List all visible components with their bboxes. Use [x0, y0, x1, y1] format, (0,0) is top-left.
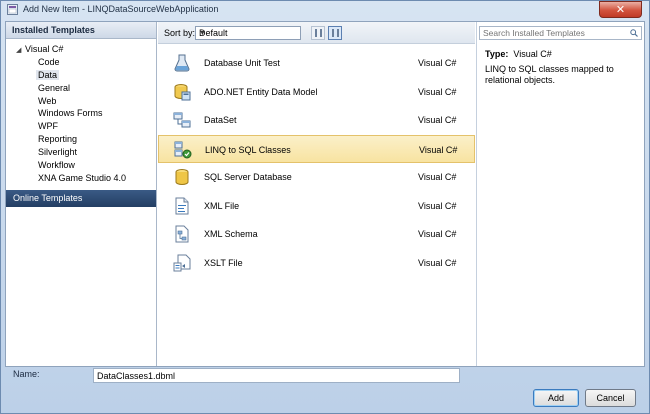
add-button-label: Add	[547, 393, 564, 403]
list-view-button[interactable]	[328, 26, 342, 40]
tree-node-silverlight[interactable]: Silverlight	[6, 146, 156, 159]
sort-toolbar: Sort by: Default ▼	[158, 22, 475, 44]
type-label: Type:	[485, 49, 509, 59]
name-label: Name:	[13, 369, 40, 379]
template-name: XML Schema	[204, 229, 258, 239]
flask-test-icon	[174, 54, 190, 72]
template-list-pane: Sort by: Default ▼ Database Unit Test Vi…	[158, 22, 475, 366]
close-icon: ✕	[615, 3, 626, 16]
tree-node-label: WPF	[38, 121, 58, 132]
template-name: LINQ to SQL Classes	[205, 144, 291, 155]
type-value: Visual C#	[513, 49, 552, 59]
tree-node-label: Data	[36, 69, 60, 80]
installed-templates-label: Installed Templates	[12, 25, 95, 35]
template-language: Visual C#	[418, 172, 457, 182]
tree-node-code[interactable]: Code	[6, 56, 156, 69]
dataset-icon	[173, 112, 191, 128]
name-field[interactable]	[93, 368, 460, 383]
linq-classes-icon	[174, 141, 192, 158]
template-language: Visual C#	[419, 144, 458, 155]
tree-node-workflow[interactable]: Workflow	[6, 159, 156, 172]
online-templates-label: Online Templates	[13, 193, 83, 203]
dialog-body: Installed Templates ◢ Visual C# Code Data…	[5, 21, 645, 367]
template-name: DataSet	[204, 115, 237, 125]
tree-node-windows-forms[interactable]: Windows Forms	[6, 107, 156, 120]
search-box[interactable]	[479, 26, 642, 40]
list-view-icon	[332, 29, 339, 37]
name-input[interactable]	[94, 369, 459, 382]
tree-node-web[interactable]: Web	[6, 95, 156, 108]
add-new-item-dialog: Add New Item - LINQDataSourceWebApplicat…	[0, 0, 650, 414]
medium-icons-view-button[interactable]	[311, 26, 325, 40]
online-templates-bar[interactable]: Online Templates	[6, 190, 156, 207]
cancel-button[interactable]: Cancel	[585, 389, 636, 407]
visual-studio-icon	[7, 4, 18, 15]
tree-node-general[interactable]: General	[6, 82, 156, 95]
template-language: Visual C#	[418, 58, 457, 68]
cancel-button-label: Cancel	[596, 393, 625, 403]
tree-node-label: Windows Forms	[38, 108, 103, 119]
template-item-xslt-file[interactable]: XSLT File Visual C#	[158, 249, 475, 278]
xml-schema-icon	[175, 225, 189, 243]
tree-node-xna[interactable]: XNA Game Studio 4.0	[6, 172, 156, 185]
tree-node-wpf[interactable]: WPF	[6, 120, 156, 133]
template-item-xml-file[interactable]: XML File Visual C#	[158, 192, 475, 221]
template-item-ado-net-entity-data-model[interactable]: ADO.NET Entity Data Model Visual C#	[158, 78, 475, 107]
template-language: Visual C#	[418, 229, 457, 239]
template-item-xml-schema[interactable]: XML Schema Visual C#	[158, 220, 475, 249]
title-bar: Add New Item - LINQDataSourceWebApplicat…	[1, 1, 649, 19]
template-list: Database Unit Test Visual C# ADO.NET Ent…	[158, 49, 475, 277]
tree-node-reporting[interactable]: Reporting	[6, 133, 156, 146]
installed-templates-header[interactable]: Installed Templates	[6, 22, 156, 39]
tree-node-label: Workflow	[38, 160, 75, 171]
template-item-linq-to-sql-classes[interactable]: LINQ to SQL Classes Visual C#	[158, 134, 475, 163]
template-name: XSLT File	[204, 257, 243, 268]
template-description: LINQ to SQL classes mapped to relational…	[485, 64, 614, 85]
template-language: Visual C#	[418, 200, 457, 211]
template-name: ADO.NET Entity Data Model	[204, 86, 318, 97]
tree-node-label: Reporting	[38, 134, 78, 145]
add-button[interactable]: Add	[533, 389, 579, 407]
sort-by-label: Sort by:	[164, 28, 196, 38]
tree-node-label: Silverlight	[38, 147, 78, 158]
close-button[interactable]: ✕	[599, 1, 642, 18]
tree-node-data[interactable]: Data	[6, 69, 156, 82]
tree-node-label: General	[38, 82, 71, 93]
template-language: Visual C#	[418, 257, 457, 268]
xml-file-icon	[175, 197, 189, 214]
dropdown-arrow-icon: ▼	[199, 30, 206, 37]
tree-node-label: Visual C#	[25, 44, 64, 54]
tree-node-visual-csharp[interactable]: ◢ Visual C#	[6, 43, 156, 56]
window-title: Add New Item - LINQDataSourceWebApplicat…	[23, 4, 219, 14]
icons-view-icon	[315, 29, 322, 37]
template-name: Database Unit Test	[204, 58, 280, 68]
template-name: XML File	[204, 200, 240, 211]
search-icon[interactable]	[630, 29, 638, 37]
tree-node-label: Code	[38, 56, 60, 67]
template-item-sql-server-database[interactable]: SQL Server Database Visual C#	[158, 163, 475, 192]
template-item-database-unit-test[interactable]: Database Unit Test Visual C#	[158, 49, 475, 78]
template-name: SQL Server Database	[204, 172, 292, 182]
template-details-pane: Type: Visual C# LINQ to SQL classes mapp…	[476, 22, 644, 366]
sort-by-dropdown[interactable]: Default ▼	[195, 26, 301, 40]
search-input[interactable]	[480, 27, 625, 39]
tree-node-label: XNA Game Studio 4.0	[38, 172, 127, 183]
template-tree: ◢ Visual C# Code Data General Web Windows…	[6, 43, 156, 185]
template-item-dataset[interactable]: DataSet Visual C#	[158, 106, 475, 135]
templates-tree-pane: Installed Templates ◢ Visual C# Code Data…	[6, 22, 157, 366]
database-cylinder-icon	[175, 169, 189, 185]
xslt-file-icon	[173, 254, 191, 271]
template-type: Type: Visual C#	[485, 49, 552, 59]
tree-node-label: Web	[38, 95, 57, 106]
template-language: Visual C#	[418, 86, 457, 97]
entity-model-icon	[174, 83, 191, 100]
template-language: Visual C#	[418, 115, 457, 125]
